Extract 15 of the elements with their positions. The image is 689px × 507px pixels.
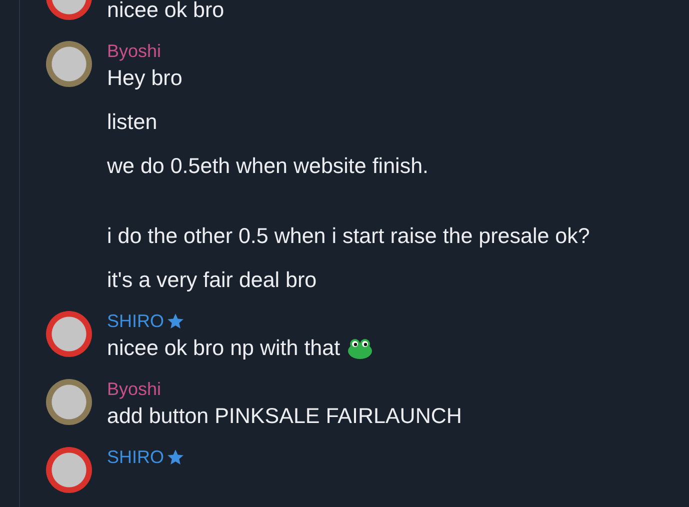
message-text: add button PINKSALE FAIRLAUNCH [107,403,462,429]
author-name[interactable]: Byoshi [107,40,162,62]
message-text: nicee ok bro [107,0,224,23]
author-name[interactable]: SHIRO [107,446,164,468]
author-name[interactable]: Byoshi [107,378,162,400]
message-text: Hey bro [107,65,182,91]
star-icon [166,448,186,466]
frog-emoji-icon [346,336,374,360]
message-text: listen [107,109,158,135]
message-text: it's a very fair deal bro [107,267,317,293]
message-text: we do 0.5eth when website finish. [107,153,429,180]
star-icon [166,312,186,330]
author-name[interactable]: SHIRO [107,310,164,332]
message-text: nicee ok bro np with that [107,335,340,361]
message-text: i do the other 0.5 when i start raise the presale ok? [107,223,590,249]
